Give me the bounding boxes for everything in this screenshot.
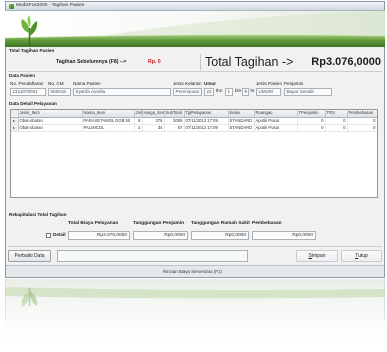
table-header-row: Jenis_Item Nama_Item Jml Harga_Item SubT…	[11, 110, 377, 118]
header-banner	[5, 11, 385, 47]
total-biaya-field[interactable]: Rp3.076,0000	[68, 230, 130, 240]
cell-jenis-item: Obat-obatan	[18, 117, 83, 125]
row-indicator-cell	[11, 117, 19, 125]
column-header-kelas[interactable]: Kelas	[228, 110, 255, 118]
row-indicator-cell	[11, 124, 19, 132]
total-tagihan-label: Total Tagihan ->	[205, 55, 294, 69]
no-pendaftaran-label: No. Pendaftaran	[10, 80, 44, 86]
nama-pasien-field[interactable]: Syarifa Aurella	[73, 87, 171, 96]
cell-kelas: STANDARD	[228, 117, 255, 125]
cell-ruangan: Apotik Pusat	[254, 117, 298, 125]
tanggungan-penjamin-field[interactable]: Rp0,0000	[133, 230, 188, 240]
detail-pelayanan-table: Jenis_Item Nama_Item Jml Harga_Item SubT…	[11, 110, 377, 132]
keterangan-field[interactable]	[57, 250, 248, 262]
total-tagihan-value: Rp3.076,0000	[311, 56, 381, 68]
cell-kelas: STANDARD	[228, 124, 255, 132]
column-header-trs[interactable]: TRS	[325, 110, 348, 118]
jenis-kelamin-label: Jenis Kelamin	[173, 80, 202, 86]
tanggungan-rs-field[interactable]: Rp0,0000	[191, 230, 249, 240]
jenis-pasien-field[interactable]: UMUM	[256, 87, 281, 96]
title-bar[interactable]: MedisFos2000 - Tagihan Pasien	[5, 1, 385, 11]
row-indicator-icon	[13, 120, 16, 123]
section-label-total-tagihan: Total Tagihan Pasien	[9, 47, 55, 53]
cell-subtotal: 3009	[164, 117, 185, 125]
penjamin-label: Penjamin	[284, 80, 304, 86]
cell-jenis-item: Obat-obatan	[18, 124, 83, 132]
perbaiki-data-button[interactable]: Perbaiki Data	[8, 250, 51, 262]
umur-tahun-unit: thn	[216, 88, 223, 94]
column-header-harga-item[interactable]: Harga_Item	[142, 110, 165, 118]
row-indicator-icon	[13, 127, 16, 130]
detail-checkbox-label: Detail	[53, 232, 66, 237]
cell-nama-item: PALMICOL	[82, 124, 135, 132]
cell-nama-item: PARASETAMOL DGB 50	[82, 117, 135, 125]
cell-trs: 0	[325, 117, 348, 125]
umur-label: Umur	[204, 80, 216, 86]
window-reflection	[5, 279, 385, 352]
total-biaya-label: Total Biaya Pelayanan	[68, 221, 119, 226]
table-row[interactable]: Obat-obatan PALMICOL 2 34 67 07/11/2012 …	[11, 124, 377, 132]
total-divider	[200, 54, 201, 70]
column-header-pembebasan[interactable]: Pembebasan	[347, 110, 377, 118]
cell-tpenjamin: 0	[297, 124, 326, 132]
window-title: MedisFos2000 - Tagihan Pasien	[16, 3, 85, 9]
cell-subtotal: 67	[164, 124, 185, 132]
status-text: Rincian Biaya Sementara (F1)	[163, 268, 222, 274]
app-icon	[9, 4, 14, 9]
no-cm-label: No. CM	[48, 80, 64, 86]
section-label-detail-pelayanan: Data Detail Pelayanan	[9, 100, 57, 106]
cell-tgl-pelayanan: 07/11/2012 17:09	[184, 124, 229, 132]
detail-pelayanan-grid[interactable]: Jenis_Item Nama_Item Jml Harga_Item SubT…	[10, 109, 378, 198]
cell-harga-item: 376	[142, 117, 165, 125]
tagihan-sebelumnya-label[interactable]: Tagihan Sebelumnya (F8) -->	[56, 59, 126, 65]
section-divider	[8, 71, 382, 72]
column-header-nama-item[interactable]: Nama_Item	[82, 110, 135, 118]
column-header-ruangan[interactable]: Ruangan	[254, 110, 298, 118]
cell-tgl-pelayanan: 07/11/2012 17:09	[184, 117, 229, 125]
cell-ruangan: Apotik Pusat	[254, 124, 298, 132]
cell-jml: 2	[134, 124, 143, 132]
cell-trs: 0	[325, 124, 348, 132]
detail-checkbox[interactable]	[46, 232, 51, 238]
umur-tahun-field[interactable]: 22	[204, 87, 214, 96]
cell-pembebasan: 0	[347, 117, 377, 125]
section-label-rekapitulasi: Rekapitulasi Total Tagihan	[9, 211, 67, 217]
umur-hari-field[interactable]: 9	[242, 87, 249, 96]
cell-pembebasan: 0	[347, 124, 377, 132]
umur-hari-unit: hr	[250, 88, 255, 94]
tanggungan-rs-label: Tanggungan Rumah Sakit	[191, 221, 250, 226]
column-header-subtotal[interactable]: SubTotal	[164, 110, 185, 118]
column-header-tgl-pelayanan[interactable]: TglPelayanan	[184, 110, 229, 118]
table-row[interactable]: Obat-obatan PARASETAMOL DGB 50 8 376 300…	[11, 117, 377, 125]
nama-pasien-label: Nama Pasien	[73, 80, 101, 86]
column-header-tpenjamin[interactable]: TPenjamin	[297, 110, 326, 118]
penjamin-field[interactable]: Bayar Sendiri	[284, 87, 332, 96]
no-pendaftaran-field[interactable]: 1311070001	[10, 87, 46, 96]
pembebasan-field[interactable]: Rp0,0000	[252, 230, 316, 240]
column-header-jenis-item[interactable]: Jenis_Item	[18, 110, 83, 118]
jenis-pasien-label: Jenis Pasien	[256, 80, 283, 86]
umur-bulan-unit: bln	[235, 88, 242, 94]
footer-divider	[8, 246, 382, 247]
jenis-kelamin-field[interactable]: Perempuan	[173, 87, 202, 96]
simpan-button[interactable]: Simpan	[296, 250, 338, 262]
pembebasan-label: Pembebasan	[252, 221, 282, 226]
cell-harga-item: 34	[142, 124, 165, 132]
tanggungan-penjamin-label: Tanggungan Penjamin	[133, 221, 185, 226]
no-cm-field[interactable]: 000016	[48, 87, 71, 96]
tutup-button[interactable]: Tutup	[341, 250, 382, 262]
column-header-jml[interactable]: Jml	[134, 110, 143, 118]
tagihan-sebelumnya-value: Rp. 0	[148, 59, 161, 65]
cell-tpenjamin: 0	[297, 117, 326, 125]
status-bar: Rincian Biaya Sementara (F1)	[6, 265, 384, 277]
column-header-indicator	[11, 110, 19, 118]
umur-bulan-field[interactable]: 1	[225, 87, 233, 96]
cell-jml: 8	[134, 117, 143, 125]
section-label-data-pasien: Data Pasien	[9, 72, 36, 78]
